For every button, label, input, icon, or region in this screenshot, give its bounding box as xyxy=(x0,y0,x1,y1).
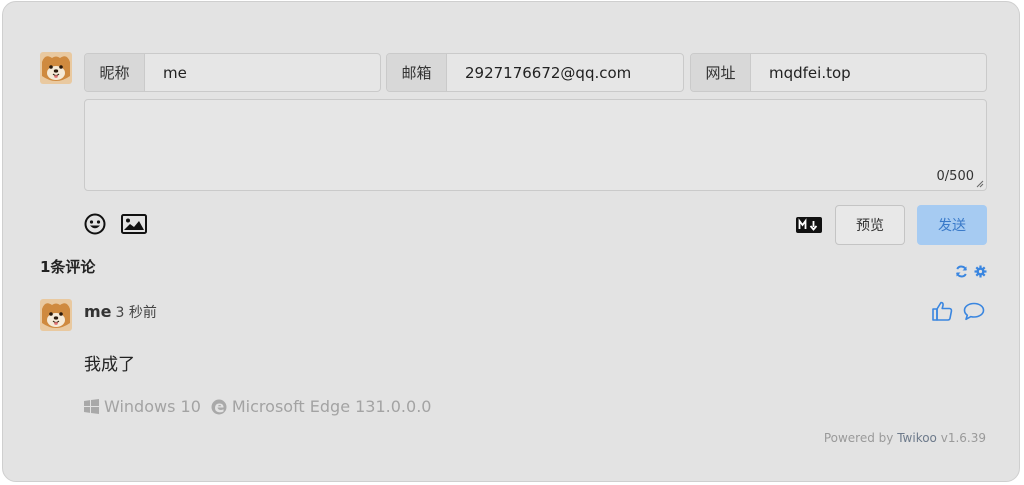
url-field[interactable]: 网址 mqdfei.top xyxy=(690,53,987,92)
version-label: v1.6.39 xyxy=(936,431,986,445)
url-label: 网址 xyxy=(691,54,751,91)
email-field[interactable]: 邮箱 2927176672@qq.com xyxy=(386,53,684,92)
comment-content: 我成了 xyxy=(84,355,135,375)
comment-textarea[interactable]: 0/500 xyxy=(84,99,987,191)
powered-prefix: Powered by xyxy=(823,431,898,445)
email-input[interactable]: 2927176672@qq.com xyxy=(447,54,683,91)
avatar xyxy=(40,52,72,84)
preview-button[interactable]: 预览 xyxy=(835,205,905,245)
nick-input[interactable]: me xyxy=(145,54,380,91)
comment-meta: Windows 10 Microsoft Edge 131.0.0.0 xyxy=(84,397,431,416)
send-button[interactable]: 发送 xyxy=(917,205,987,245)
comment-header: me 3 秒前 xyxy=(84,302,157,322)
comment-avatar xyxy=(40,299,72,331)
comment-panel: 昵称 me 邮箱 2927176672@qq.com 网址 mqdfei.top… xyxy=(2,1,1020,482)
edge-icon xyxy=(211,399,227,414)
settings-icon[interactable] xyxy=(974,263,987,282)
comment-nick[interactable]: me xyxy=(84,302,112,321)
comment-time: 3 秒前 xyxy=(115,305,157,321)
resize-handle-icon[interactable] xyxy=(976,180,984,188)
comment-count: 1条评论 xyxy=(40,258,96,276)
windows-icon xyxy=(84,399,99,414)
nick-label: 昵称 xyxy=(85,54,145,91)
like-icon[interactable] xyxy=(932,301,953,325)
comment-os: Windows 10 xyxy=(104,397,201,416)
char-counter: 0/500 xyxy=(936,169,974,184)
comment-browser: Microsoft Edge 131.0.0.0 xyxy=(231,397,432,416)
refresh-icon[interactable] xyxy=(955,263,968,282)
twikoo-link[interactable]: Twikoo xyxy=(897,431,937,445)
nick-field[interactable]: 昵称 me xyxy=(84,53,381,92)
markdown-icon[interactable] xyxy=(796,217,822,237)
email-label: 邮箱 xyxy=(387,54,447,91)
reply-icon[interactable] xyxy=(963,302,985,325)
powered-by: Powered by Twikoo v1.6.39 xyxy=(824,431,986,445)
emoji-icon[interactable] xyxy=(84,213,106,239)
image-upload-icon[interactable] xyxy=(121,214,147,238)
url-input[interactable]: mqdfei.top xyxy=(751,54,986,91)
